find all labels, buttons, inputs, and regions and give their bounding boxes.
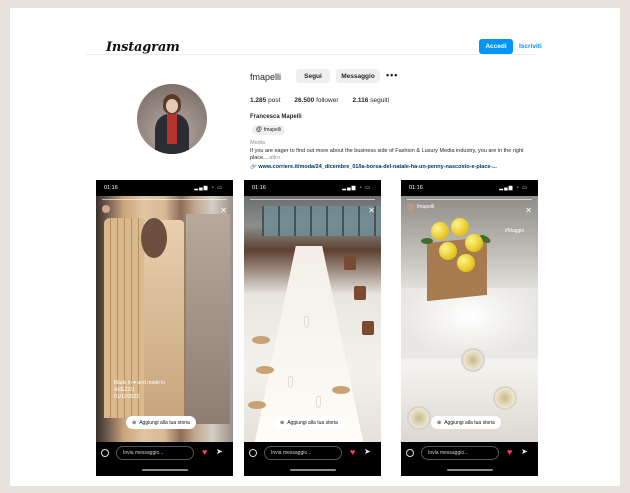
signal-icon: ▂▄▆ ◔ ▭ [499, 185, 528, 191]
message-button[interactable]: Messaggio [336, 69, 380, 83]
signup-link[interactable]: Iscriviti [519, 43, 542, 50]
add-to-story-button[interactable]: ⊕ Aggiungi alla tua storia [274, 416, 344, 429]
posts-count[interactable]: 1.285 post [250, 97, 280, 104]
add-story-icon: ⊕ [437, 419, 442, 426]
add-story-icon: ⊕ [132, 419, 137, 426]
camera-icon[interactable] [406, 449, 414, 457]
signal-icon: ▂▄▆ ◔ ▭ [194, 185, 223, 191]
add-to-story-button[interactable]: ⊕ Aggiungi alla tua storia [126, 416, 196, 429]
instagram-logo[interactable]: Instagram [106, 40, 180, 55]
heart-icon[interactable]: ♥ [202, 447, 207, 457]
threads-badge[interactable]: @ fmapelli [252, 125, 286, 135]
heart-icon[interactable]: ♥ [350, 447, 355, 457]
story-card[interactable]: 01:16 ▂▄▆ ◔ ▭ ✕ ⊕ Aggiungi alla tua stori… [244, 180, 381, 476]
close-icon[interactable]: ✕ [368, 206, 375, 215]
profile-avatar[interactable] [137, 84, 207, 154]
more-options-icon[interactable]: ••• [386, 70, 398, 80]
login-button[interactable]: Accedi [479, 39, 513, 54]
send-icon[interactable]: ➤ [216, 447, 223, 456]
story-card[interactable]: 01:16 ▂▄▆ ◔ ▭ fmapelli #Maggio ✕ ⊕ Aggiun… [401, 180, 538, 476]
profile-username: fmapelli [250, 72, 282, 82]
close-icon[interactable]: ✕ [220, 206, 227, 215]
profile-stats: 1.285 post 26.500 follower 2.116 seguiti [250, 97, 389, 104]
story-bottom-bar: Invia messaggio... ♥ ➤ [401, 442, 538, 476]
camera-icon[interactable] [101, 449, 109, 457]
story-photo-dinner[interactable] [244, 196, 381, 442]
story-progress-bar [250, 199, 375, 200]
add-to-story-button[interactable]: ⊕ Aggiungi alla tua storia [431, 416, 501, 429]
send-icon[interactable]: ➤ [364, 447, 371, 456]
header-divider [86, 54, 536, 55]
profile-bio: If you are eager to find out more about … [250, 148, 524, 161]
story-bottom-bar: Invia messaggio... ♥ ➤ [244, 442, 381, 476]
story-user-avatar[interactable] [407, 203, 415, 211]
add-story-icon: ⊕ [280, 419, 285, 426]
story-location-tag[interactable]: #Maggio [505, 228, 524, 234]
top-bar: Instagram Accedi Iscriviti [96, 36, 542, 62]
home-indicator [447, 469, 493, 471]
send-message-input[interactable]: Invia messaggio... [421, 446, 499, 460]
phone-status-bar: 01:16 ▂▄▆ ◔ ▭ [252, 185, 371, 191]
home-indicator [290, 469, 336, 471]
story-progress-bar [102, 199, 227, 200]
send-message-input[interactable]: Invia messaggio... [116, 446, 194, 460]
phone-status-bar: 01:16 ▂▄▆ ◔ ▭ [409, 185, 528, 191]
story-card[interactable]: 01:16 ▂▄▆ ◔ ▭ ✕ Made in ♥ and made in AR… [96, 180, 233, 476]
story-username[interactable]: fmapelli [417, 204, 434, 210]
profile-category: Media [250, 140, 265, 146]
home-indicator [142, 469, 188, 471]
threads-icon: @ [256, 127, 262, 133]
follow-button[interactable]: Segui [296, 69, 330, 83]
phone-status-bar: 01:16 ▂▄▆ ◔ ▭ [104, 185, 223, 191]
camera-icon[interactable] [249, 449, 257, 457]
story-user-avatar[interactable] [102, 205, 110, 213]
send-message-input[interactable]: Invia messaggio... [264, 446, 342, 460]
threads-handle: fmapelli [263, 127, 282, 133]
signal-icon: ▂▄▆ ◔ ▭ [342, 185, 371, 191]
story-caption: Made in ♥ and made in AREZZO 01/12/2023 [114, 380, 166, 400]
story-photo-clothes[interactable] [96, 196, 233, 442]
followers-count[interactable]: 26.500 follower [294, 97, 338, 104]
close-icon[interactable]: ✕ [525, 206, 532, 215]
following-count[interactable]: 2.116 seguiti [353, 97, 390, 104]
story-bottom-bar: Invia messaggio... ♥ ➤ [96, 442, 233, 476]
profile-full-name: Francesca Mapelli [250, 114, 302, 120]
story-progress-bar [407, 199, 532, 200]
bio-more-link[interactable]: altro [269, 155, 280, 161]
profile-link[interactable]: 🔗 www.corriere.it/moda/24_dicembre_01/la… [250, 164, 540, 170]
send-icon[interactable]: ➤ [521, 447, 528, 456]
heart-icon[interactable]: ♥ [507, 447, 512, 457]
